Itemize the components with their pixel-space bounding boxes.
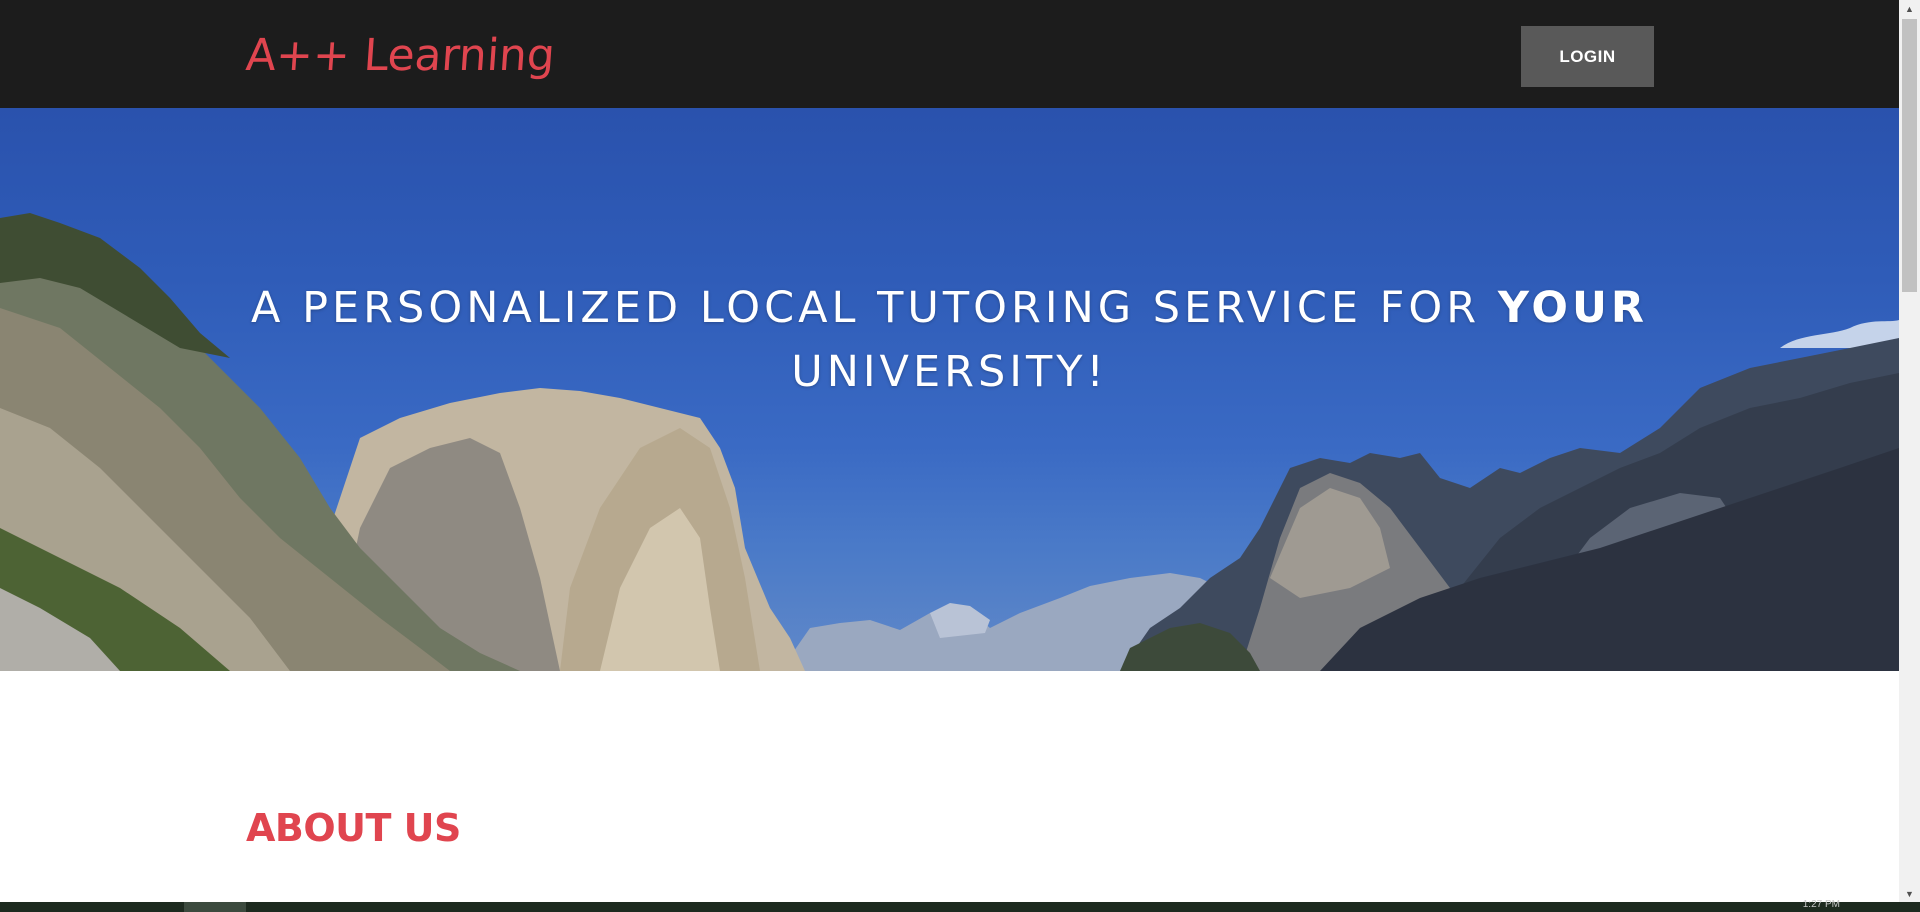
os-taskbar: 1:27 PM [0,899,1920,912]
navbar: A++ Learning LOGIN [0,0,1899,108]
hero-banner: A PERSONALIZED LOCAL TUTORING SERVICE FO… [0,108,1899,671]
taskbar-clock: 1:27 PM [1802,899,1840,910]
hero-headline-suffix: UNIVERSITY! [791,347,1108,397]
brand-logo[interactable]: A++ Learning [244,26,557,86]
hero-headline-prefix: A PERSONALIZED LOCAL TUTORING SERVICE FO… [251,283,1498,333]
vertical-scrollbar[interactable]: ▲ ▼ [1899,0,1920,902]
taskbar-app-item[interactable] [184,902,246,912]
hero-headline: A PERSONALIZED LOCAL TUTORING SERVICE FO… [0,276,1899,404]
triangle-down-icon[interactable]: ▼ [1899,885,1920,902]
login-button[interactable]: LOGIN [1521,26,1654,87]
page-viewport: A++ Learning LOGIN A PERSONALIZED LOCAL … [0,0,1899,902]
hero-headline-emphasis: YOUR [1497,283,1648,333]
about-us-heading: ABOUT US [246,806,461,850]
scrollbar-thumb[interactable] [1902,19,1917,292]
triangle-up-icon[interactable]: ▲ [1899,0,1920,17]
